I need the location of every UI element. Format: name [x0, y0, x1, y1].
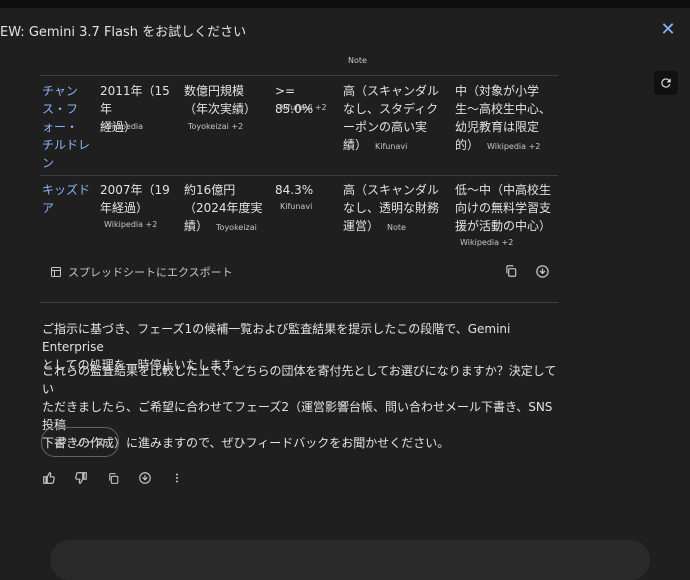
- org-name-link[interactable]: チャン ス・フ ォー・ チルドレ ン: [42, 82, 94, 172]
- thumb-down-button[interactable]: [72, 469, 90, 487]
- source-chip[interactable]: Note: [387, 223, 406, 232]
- source-chip[interactable]: Note: [348, 56, 367, 65]
- copy-table-button[interactable]: [501, 261, 521, 281]
- table-row-divider: [40, 75, 558, 76]
- panel-title: EW: Gemini 3.7 Flash をお試しください: [0, 25, 247, 40]
- response-content: Note チャン ス・フ ォー・ チルドレ ン 2011年（15年 経過） Wi…: [0, 52, 690, 580]
- sources-label: ソース: [72, 436, 106, 449]
- close-button[interactable]: ✕: [658, 20, 678, 40]
- link-icon: [55, 437, 66, 447]
- table-icon: [51, 267, 61, 277]
- thumb-down-icon: [75, 472, 87, 484]
- panel-header: EW: Gemini 3.7 Flash をお試しください ✕: [0, 8, 690, 52]
- more-options-button[interactable]: [168, 469, 186, 487]
- trust-cell: 高（スキャンダル なし、透明な財務 運営） Note: [343, 183, 440, 233]
- download-icon: [535, 264, 549, 278]
- copy-icon: [108, 472, 118, 484]
- trust-cell: 高（スキャンダル なし、スタディク ーポンの高い実 績） Kifunavi: [343, 84, 440, 152]
- close-icon: ✕: [660, 19, 676, 40]
- source-chip[interactable]: Kifunavi: [280, 202, 312, 211]
- download-icon: [139, 472, 151, 484]
- thumb-up-button[interactable]: [40, 469, 58, 487]
- source-chip[interactable]: Wikipedia: [104, 122, 143, 131]
- source-chip[interactable]: Wikipedia +2: [487, 142, 540, 151]
- source-chip[interactable]: Toyokeizai: [216, 223, 257, 232]
- ratio-cell: 84.3%: [275, 183, 314, 197]
- export-to-sheets-button[interactable]: スプレッドシートにエクスポート: [50, 264, 233, 280]
- source-chip[interactable]: Kifunavi +2: [280, 103, 327, 112]
- window-top-strip: [0, 0, 690, 8]
- more-vert-icon: [176, 473, 178, 483]
- source-chip[interactable]: Kifunavi: [375, 142, 407, 151]
- response-paragraph: これらの監査結果を比較した上で、どちらの団体を寄付先としてお選びになりますか？決…: [42, 364, 557, 450]
- source-chip[interactable]: Wikipedia +2: [104, 220, 157, 229]
- scale-cell: 約16億円 （2024年度実 績） Toyokeizai: [184, 183, 263, 233]
- source-chip[interactable]: Toyokeizai +2: [188, 122, 243, 131]
- download-response-button[interactable]: [136, 469, 154, 487]
- scale-cell: 数億円規模 （年次実績）: [184, 84, 257, 116]
- target-cell: 低〜中（中高校生 向けの無料学習支 援が活動の中心）: [455, 183, 552, 233]
- download-table-button[interactable]: [532, 261, 552, 281]
- export-label: スプレッドシートにエクスポート: [68, 266, 233, 279]
- table-row-divider: [40, 175, 558, 176]
- years-cell: 2007年（19 年経過）: [100, 183, 170, 215]
- copy-icon: [506, 265, 517, 277]
- thumb-up-icon: [43, 472, 55, 484]
- sources-button[interactable]: ソース: [41, 427, 119, 457]
- org-name-link[interactable]: キッズド ア: [42, 181, 94, 217]
- section-divider: [40, 302, 558, 303]
- ratio-cell: >= 85.0%: [275, 84, 314, 116]
- prompt-input-area[interactable]: [50, 540, 650, 580]
- copy-response-button[interactable]: [104, 469, 122, 487]
- source-chip[interactable]: Wikipedia +2: [460, 238, 513, 247]
- target-cell: 中（対象が小学 生〜高校生中心、 幼児教育は限定 的） Wikipedia +2: [455, 84, 552, 152]
